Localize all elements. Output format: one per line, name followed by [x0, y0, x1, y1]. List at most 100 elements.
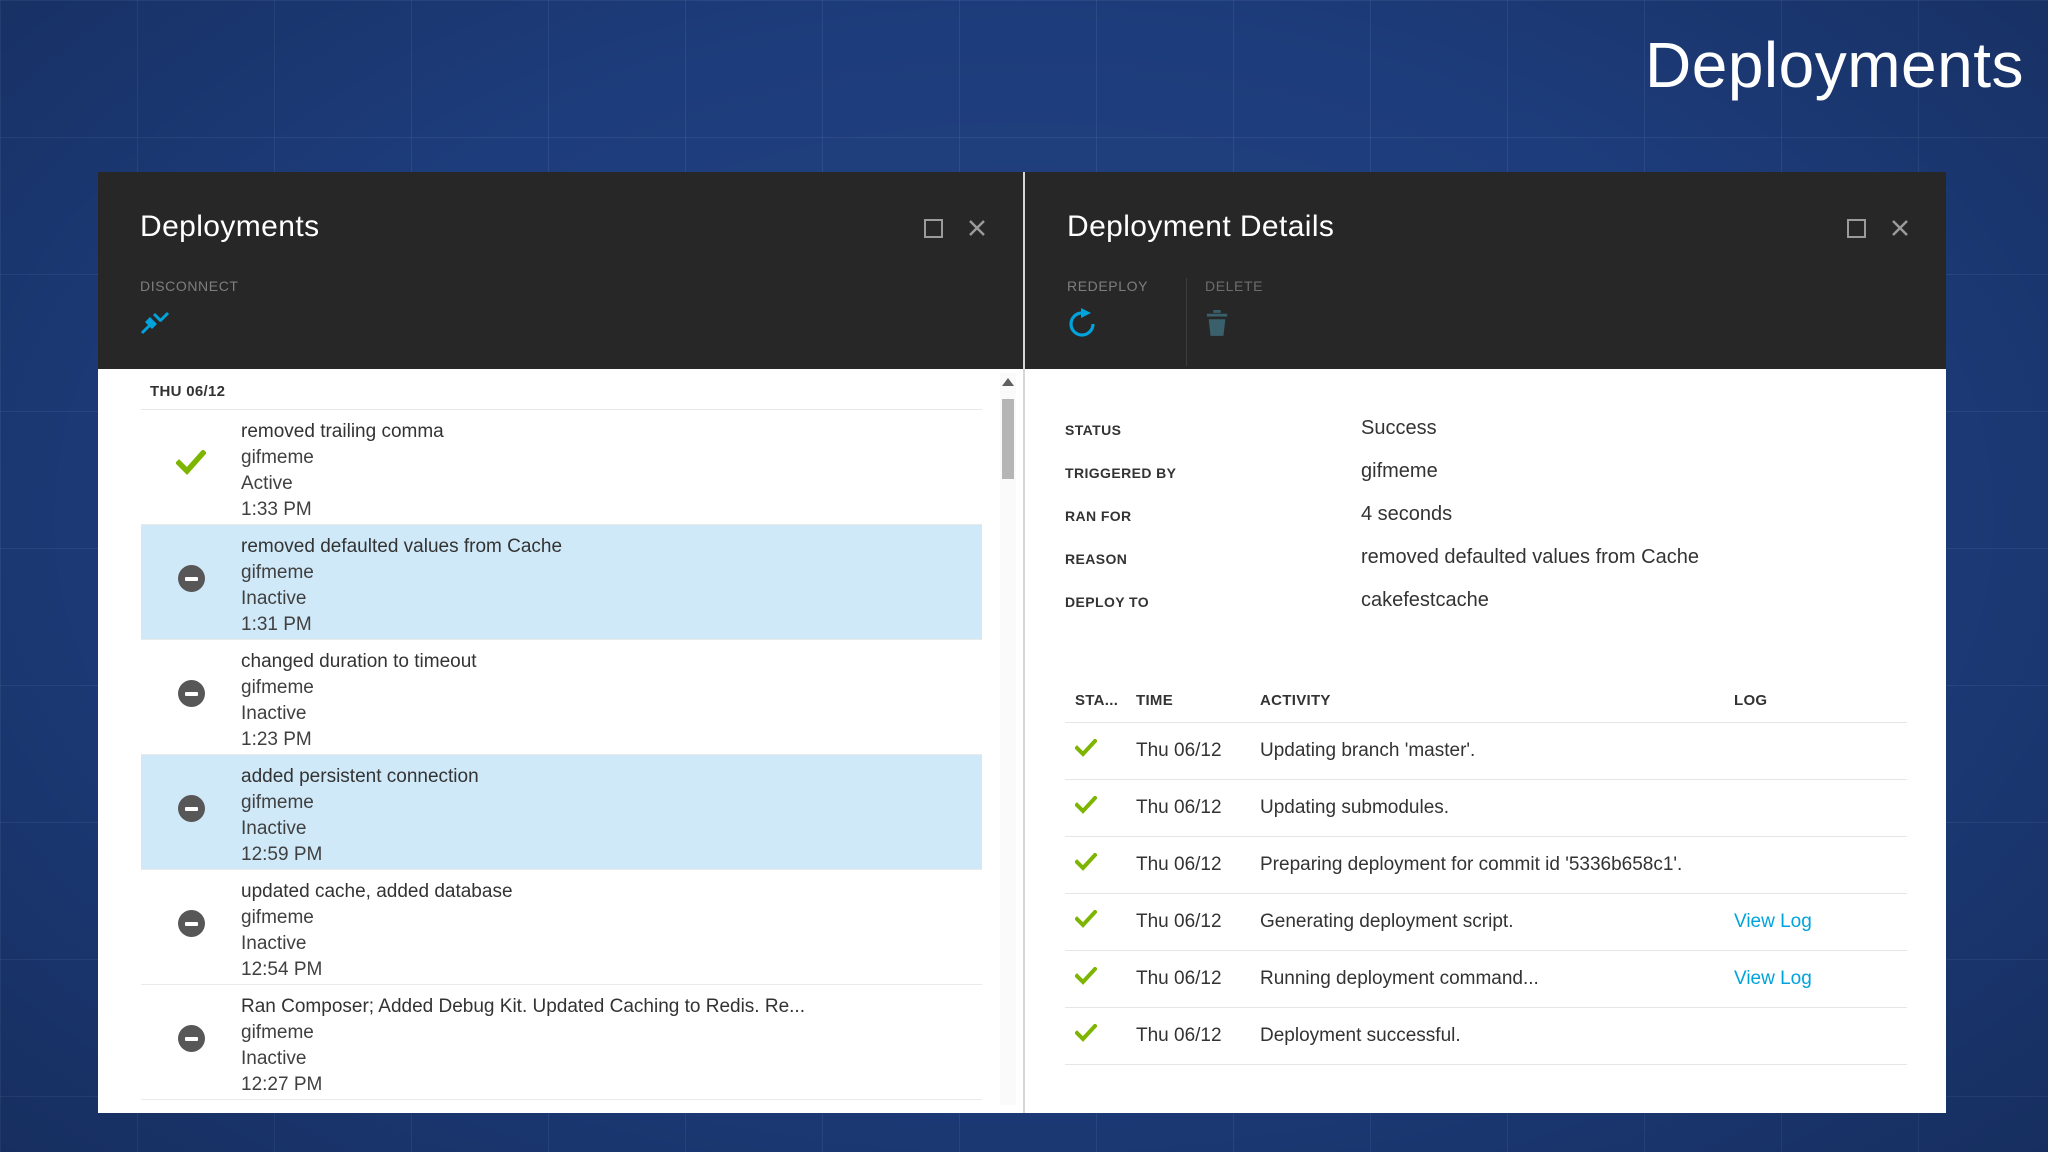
page-title: Deployments — [1645, 28, 2024, 102]
deployment-item[interactable]: changed duration to timeout gifmeme Inac… — [141, 640, 982, 755]
row-time: Thu 06/12 — [1136, 1025, 1260, 1047]
activity-table: STA... TIME ACTIVITY LOG Thu 06/12 Updat… — [1065, 692, 1907, 1065]
table-row: Thu 06/12 Preparing deployment for commi… — [1065, 837, 1907, 894]
row-time: Thu 06/12 — [1136, 854, 1260, 876]
field-label: STATUS — [1065, 417, 1361, 438]
deployment-item-text: removed defaulted values from Cache gifm… — [241, 525, 562, 639]
row-activity: Preparing deployment for commit id '5336… — [1260, 854, 1734, 876]
deployments-blade: Deployments DISCONNECT — [98, 172, 1023, 1113]
success-check-icon — [1075, 1024, 1136, 1048]
deployment-item[interactable]: added persistent connection gifmeme Inac… — [141, 755, 982, 870]
field-value: cakefestcache — [1361, 589, 1489, 612]
inactive-minus-icon — [141, 640, 241, 754]
row-time: Thu 06/12 — [1136, 968, 1260, 990]
success-check-icon — [1075, 910, 1136, 934]
row-time: Thu 06/12 — [1136, 911, 1260, 933]
restore-icon[interactable] — [1847, 219, 1866, 238]
deployment-state: Inactive — [241, 816, 479, 842]
blade-title: Deployments — [140, 210, 319, 244]
field-value: removed defaulted values from Cache — [1361, 546, 1699, 569]
deployment-details-blade-header: Deployment Details REDEPLOY — [1025, 172, 1946, 369]
redeploy-label: REDEPLOY — [1067, 278, 1186, 294]
success-check-icon — [141, 410, 241, 524]
blade-title: Deployment Details — [1067, 210, 1334, 244]
success-check-icon — [1075, 739, 1136, 763]
row-activity: Updating branch 'master'. — [1260, 740, 1734, 762]
field-row: DEPLOY TO cakefestcache — [1065, 589, 1906, 632]
deployment-item[interactable]: removed defaulted values from Cache gifm… — [141, 525, 982, 640]
restore-icon[interactable] — [924, 219, 943, 238]
deployment-list: removed trailing comma gifmeme Active 1:… — [141, 410, 982, 1100]
row-activity: Deployment successful. — [1260, 1025, 1734, 1047]
close-icon[interactable] — [1890, 218, 1910, 238]
delete-label: DELETE — [1205, 278, 1263, 294]
author: gifmeme — [241, 1020, 805, 1046]
close-icon[interactable] — [967, 218, 987, 238]
table-row: Thu 06/12 Updating submodules. — [1065, 780, 1907, 837]
commit-message: removed defaulted values from Cache — [241, 534, 562, 560]
author: gifmeme — [241, 790, 479, 816]
deployment-item[interactable]: Ran Composer; Added Debug Kit. Updated C… — [141, 985, 982, 1100]
deployment-time: 12:27 PM — [241, 1072, 805, 1098]
disconnect-button[interactable]: DISCONNECT — [140, 278, 239, 339]
blades-container: Deployments DISCONNECT — [98, 172, 1946, 1113]
redeploy-button[interactable]: REDEPLOY — [1067, 278, 1186, 339]
field-value: Success — [1361, 417, 1437, 440]
author: gifmeme — [241, 560, 562, 586]
field-row: REASON removed defaulted values from Cac… — [1065, 546, 1906, 589]
field-label: TRIGGERED BY — [1065, 460, 1361, 481]
scroll-up-icon[interactable] — [1002, 378, 1014, 386]
success-check-icon — [1075, 853, 1136, 877]
commit-message: Ran Composer; Added Debug Kit. Updated C… — [241, 994, 805, 1020]
view-log-link[interactable]: View Log — [1734, 968, 1907, 990]
deployments-list-panel: THU 06/12 removed trailing comma gifmeme… — [98, 369, 1023, 1113]
deployment-time: 1:33 PM — [241, 497, 444, 523]
success-check-icon — [1075, 967, 1136, 991]
deployment-state: Inactive — [241, 701, 477, 727]
deployment-state: Inactive — [241, 586, 562, 612]
author: gifmeme — [241, 905, 513, 931]
inactive-minus-icon — [141, 985, 241, 1099]
detail-fields: STATUS Success TRIGGERED BY gifmeme RAN … — [1065, 417, 1906, 632]
deployment-item-text: removed trailing comma gifmeme Active 1:… — [241, 410, 444, 524]
field-label: RAN FOR — [1065, 503, 1361, 524]
trash-icon — [1205, 307, 1263, 339]
table-row: Thu 06/12 Generating deployment script. … — [1065, 894, 1907, 951]
activity-table-header: STA... TIME ACTIVITY LOG — [1065, 692, 1907, 723]
field-label: REASON — [1065, 546, 1361, 567]
commit-message: added persistent connection — [241, 764, 479, 790]
row-activity: Generating deployment script. — [1260, 911, 1734, 933]
author: gifmeme — [241, 675, 477, 701]
inactive-minus-icon — [141, 870, 241, 984]
delete-button[interactable]: DELETE — [1205, 278, 1263, 339]
table-row: Thu 06/12 Updating branch 'master'. — [1065, 723, 1907, 780]
deployment-item[interactable]: updated cache, added database gifmeme In… — [141, 870, 982, 985]
scrollbar-thumb[interactable] — [1002, 399, 1014, 479]
disconnect-label: DISCONNECT — [140, 278, 239, 294]
window-controls — [1847, 218, 1910, 238]
redeploy-icon — [1067, 307, 1186, 339]
row-activity: Updating submodules. — [1260, 797, 1734, 819]
field-row: STATUS Success — [1065, 417, 1906, 460]
disconnect-icon — [140, 307, 239, 339]
field-row: RAN FOR 4 seconds — [1065, 503, 1906, 546]
row-time: Thu 06/12 — [1136, 797, 1260, 819]
column-header-log: LOG — [1734, 692, 1907, 709]
row-activity: Running deployment command... — [1260, 968, 1734, 990]
deployment-item-text: added persistent connection gifmeme Inac… — [241, 755, 479, 869]
deployment-item[interactable]: removed trailing comma gifmeme Active 1:… — [141, 410, 982, 525]
deployment-state: Inactive — [241, 931, 513, 957]
window-controls — [924, 218, 987, 238]
date-group-header: THU 06/12 — [141, 369, 982, 410]
deployments-blade-header: Deployments DISCONNECT — [98, 172, 1023, 369]
author: gifmeme — [241, 445, 444, 471]
vertical-scrollbar[interactable] — [1000, 373, 1016, 1105]
inactive-minus-icon — [141, 755, 241, 869]
field-value: 4 seconds — [1361, 503, 1452, 526]
deployment-time: 1:23 PM — [241, 727, 477, 753]
column-header-time: TIME — [1136, 692, 1260, 709]
commit-message: updated cache, added database — [241, 879, 513, 905]
view-log-link[interactable]: View Log — [1734, 911, 1907, 933]
deployment-item-text: updated cache, added database gifmeme In… — [241, 870, 513, 984]
deployment-time: 1:31 PM — [241, 612, 562, 638]
